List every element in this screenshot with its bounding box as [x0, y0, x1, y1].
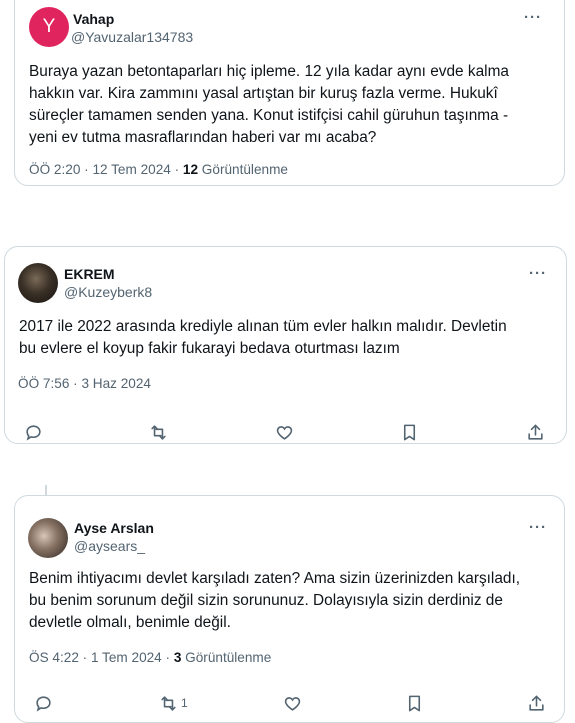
timestamp[interactable]: ÖÖ 7:56 · 3 Haz 2024 — [18, 376, 151, 391]
retweet-count: 1 — [181, 696, 188, 710]
tweet-text-line: Buraya yazan betontaparları hiç ipleme. … — [29, 63, 509, 80]
tweet-card[interactable]: Ayse Arslan @aysears_ ··· Benim ihtiyacı… — [14, 495, 565, 723]
like-icon[interactable] — [281, 692, 303, 714]
more-options-icon[interactable]: ··· — [529, 519, 547, 536]
share-icon[interactable] — [525, 692, 547, 714]
tweet-text-line: süreçler tamamen senden yana. Konut isti… — [29, 107, 509, 124]
views-label: Görüntülenme — [198, 162, 288, 177]
avatar[interactable]: Y — [29, 7, 69, 47]
more-options-icon[interactable]: ··· — [529, 265, 547, 282]
tweet-text: Buraya yazan betontaparları hiç ipleme. … — [29, 61, 509, 149]
tweet-card[interactable]: Y Vahap @Yavuzalar134783 ··· Buraya yaza… — [14, 0, 565, 186]
timestamp[interactable]: ÖS 4:22 · 1 Tem 2024 · — [29, 650, 174, 665]
share-icon[interactable] — [524, 421, 546, 443]
tweet-text-line: yeni ev tutma masraflarından haberi var … — [29, 129, 377, 146]
tweet-text-line: hakkın var. Kira zammını yasal artıştan … — [29, 85, 498, 102]
bookmark-icon[interactable] — [403, 692, 425, 714]
tweet-meta: ÖÖ 2:20 · 12 Tem 2024 · 12 Görüntülenme — [29, 162, 288, 177]
reply-icon[interactable] — [22, 421, 44, 443]
tweet-text: 2017 ile 2022 arasında krediyle alınan t… — [19, 316, 507, 360]
avatar-letter: Y — [42, 16, 56, 37]
tweet-text-line: Benim ihtiyacımı devlet karşıladı zaten?… — [29, 570, 521, 587]
reply-icon[interactable] — [32, 692, 54, 714]
tweet-text-line: 2017 ile 2022 arasında krediyle alınan t… — [19, 318, 507, 335]
retweet-icon[interactable] — [147, 421, 169, 443]
tweet-meta: ÖS 4:22 · 1 Tem 2024 · 3 Görüntülenme — [29, 650, 271, 665]
avatar[interactable] — [18, 263, 58, 303]
bookmark-icon[interactable] — [398, 421, 420, 443]
author-handle[interactable]: @Kuzeyberk8 — [64, 284, 152, 300]
author-handle[interactable]: @aysears_ — [74, 538, 145, 554]
author-name[interactable]: Ayse Arslan — [74, 520, 154, 536]
avatar[interactable] — [28, 518, 68, 558]
tweet-card[interactable]: EKREM @Kuzeyberk8 ··· 2017 ile 2022 aras… — [4, 246, 567, 444]
more-options-icon[interactable]: ··· — [524, 9, 542, 26]
view-count: 12 — [182, 162, 199, 177]
author-name[interactable]: EKREM — [64, 266, 115, 282]
tweet-text-line: bu benim sorunum değil sizin sorununuz. … — [29, 592, 503, 609]
timestamp[interactable]: ÖÖ 2:20 · 12 Tem 2024 · — [29, 162, 183, 177]
like-icon[interactable] — [273, 421, 295, 443]
author-handle[interactable]: @Yavuzalar134783 — [71, 29, 193, 45]
views-label: Görüntülenme — [181, 650, 272, 665]
retweet-icon[interactable] — [157, 692, 179, 714]
author-name[interactable]: Vahap — [73, 11, 114, 27]
tweet-text: Benim ihtiyacımı devlet karşıladı zaten?… — [29, 568, 520, 634]
tweet-text-line: devletle olmalı, benimle değil. — [29, 614, 231, 631]
tweet-text-line: bu evlere el koyup fakir fukarayi bedava… — [19, 340, 400, 357]
